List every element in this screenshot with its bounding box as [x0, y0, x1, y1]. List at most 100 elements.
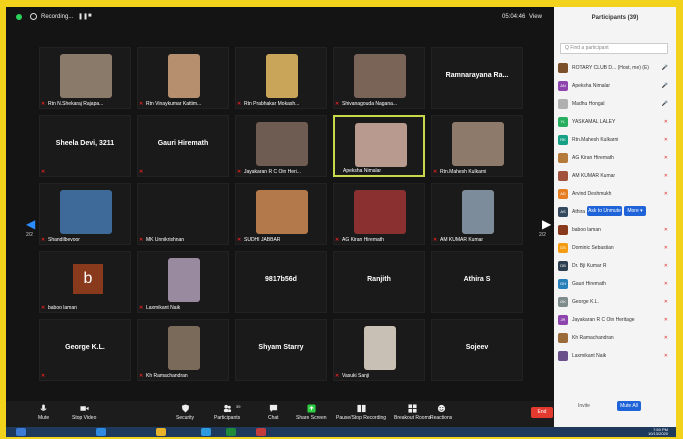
app-icon[interactable] — [226, 428, 236, 436]
pdf-icon[interactable] — [256, 428, 266, 436]
mute-label: Mute — [38, 415, 50, 421]
participant-name: Laxmikant Naik — [572, 353, 607, 359]
participant-avatar: GK — [558, 297, 568, 307]
participant-name: Rtn.Mahesh Kulkarni — [440, 169, 487, 175]
participant-avatar: AN — [558, 81, 568, 91]
zoom-icon[interactable] — [201, 428, 211, 436]
muted-mic-icon: ✕ — [663, 191, 668, 197]
participant-name: Shandilbevoor — [48, 237, 80, 243]
muted-mic-icon: ✕ — [41, 305, 46, 311]
participant-row[interactable]: RK Rtn.Mahesh Kulkarni ✕ — [558, 133, 670, 147]
participant-name: Jayakaran R C Oin Heritage — [572, 317, 635, 323]
video-tile[interactable]: ✕ Rtn Vinaykumar Kattim... — [137, 47, 229, 109]
participant-name: AG Kiran Hiremath — [342, 237, 384, 243]
participant-avatar: AD — [558, 189, 568, 199]
share-screen-button[interactable]: Share Screen — [296, 404, 327, 421]
stop-recording-button[interactable]: ■ — [88, 13, 92, 19]
participant-row[interactable]: YL YASKAMAL LALEY ✕ — [558, 115, 670, 129]
muted-mic-icon: ✕ — [139, 373, 144, 379]
video-tile[interactable]: ✕ Kh Ramachandran — [137, 319, 229, 381]
video-tile[interactable]: ✕ Rtn.Mahesh Kulkarni — [431, 115, 523, 177]
video-tile[interactable]: Athira S — [431, 251, 523, 313]
pause-recording-button[interactable]: ❚❚ — [78, 13, 88, 20]
pause-stop-recording-button[interactable]: Pause/Stop Recording — [336, 404, 386, 421]
video-tile[interactable]: Gauri Hiremath ✕ — [137, 115, 229, 177]
video-tile[interactable]: 9817b56d — [235, 251, 327, 313]
participant-row-hovered[interactable]: AS Athira S Ask to Unmute More ▾ — [558, 205, 670, 219]
participant-row[interactable]: AN Apeksha Nimalar 🎤 — [558, 79, 670, 93]
invite-button[interactable]: Invite — [578, 403, 590, 409]
video-tile[interactable]: b ✕ baboo laman — [39, 251, 131, 313]
participant-row[interactable]: Madhu Hongal 🎤 — [558, 97, 670, 111]
next-page-number: 2/2 — [539, 232, 546, 238]
video-tile[interactable]: ✕ AM KUMAR Kumar — [431, 183, 523, 245]
video-tile[interactable]: ✕ MK Unnikrishnan — [137, 183, 229, 245]
participant-name: AG Kiran Hiremath — [572, 155, 614, 161]
participant-avatar: RK — [558, 135, 568, 145]
participant-name: Dominic Sebastian — [572, 245, 614, 251]
video-tile[interactable]: ✕ SUDHI JABBAR — [235, 183, 327, 245]
system-tray-clock: 7:50 PM 10/13/2020 — [648, 428, 668, 436]
chat-button[interactable]: Chat — [268, 404, 279, 421]
participants-label: Participants — [214, 415, 241, 421]
windows-taskbar: 7:50 PM 10/13/2020 — [6, 427, 676, 437]
video-tile[interactable]: ✕ Shivanagouda Nagana... — [333, 47, 425, 109]
next-page-arrow-icon[interactable]: ▶ — [542, 217, 551, 231]
video-tile[interactable]: George K.L. ✕ — [39, 319, 131, 381]
security-button[interactable]: Security — [176, 404, 194, 421]
ask-to-unmute-button[interactable]: Ask to Unmute — [587, 206, 622, 216]
participant-row[interactable]: baboo laman ✕ — [558, 223, 670, 237]
reactions-button[interactable]: Reactions — [430, 404, 452, 421]
participant-row[interactable]: Kh Ramachandran ✕ — [558, 331, 670, 345]
reactions-icon — [437, 404, 445, 413]
view-button[interactable]: View — [529, 14, 542, 20]
participant-row[interactable]: AG Kiran Hiremath ✕ — [558, 151, 670, 165]
participant-avatar — [558, 171, 568, 181]
video-tile[interactable]: Sheela Devi, 3211 ✕ — [39, 115, 131, 177]
participant-row[interactable]: JR Jayakaran R C Oin Heritage ✕ — [558, 313, 670, 327]
security-shield-icon[interactable] — [16, 14, 22, 20]
participant-row[interactable]: GK George K.L. ✕ — [558, 295, 670, 309]
stop-video-button[interactable]: Stop Video — [72, 404, 96, 421]
video-tile[interactable]: ✕ Laxmikant Naik — [137, 251, 229, 313]
video-tile[interactable]: ✕ Rtn Prabhakar Mokash... — [235, 47, 327, 109]
mute-button[interactable]: Mute — [38, 404, 49, 421]
video-tile[interactable]: Sojeev — [431, 319, 523, 381]
edge-icon[interactable] — [96, 428, 106, 436]
participant-search-input[interactable]: Q Find a participant — [560, 43, 668, 54]
meeting-timer: 05:04:46 — [502, 14, 526, 20]
file-explorer-icon[interactable] — [156, 428, 166, 436]
participant-video — [168, 54, 200, 98]
video-tile[interactable]: Shyam Starry — [235, 319, 327, 381]
participant-row[interactable]: GH Gauri Hiremath ✕ — [558, 277, 670, 291]
video-tile[interactable]: ✕ AG Kiran Hiremath — [333, 183, 425, 245]
participant-row[interactable]: DS Dominic Sebastian ✕ — [558, 241, 670, 255]
video-tile[interactable]: Ranjith — [333, 251, 425, 313]
video-tile[interactable]: ✕ Rtn N.Shekaraj Rajapa... — [39, 47, 131, 109]
participants-count: 39 — [236, 404, 241, 409]
breakout-rooms-button[interactable]: Breakout Rooms — [394, 404, 431, 421]
participant-row[interactable]: AD Arvind Deshmukh ✕ — [558, 187, 670, 201]
participant-row[interactable]: DB Dr. Bji Kumar R ✕ — [558, 259, 670, 273]
video-tile[interactable]: ✕ Jayakaran R C Oin Heri... — [235, 115, 327, 177]
muted-mic-icon: ✕ — [663, 245, 668, 251]
participant-row[interactable]: ROTARY CLUB D... (Host, me) (E) 🎤 — [558, 61, 670, 75]
participant-row[interactable]: AM KUMAR Kumar ✕ — [558, 169, 670, 183]
chat-bubble-icon — [269, 404, 277, 413]
muted-mic-icon: ✕ — [139, 169, 144, 175]
start-icon[interactable] — [16, 428, 26, 436]
video-camera-icon — [80, 406, 89, 411]
participant-name-center: Sojeev — [465, 344, 489, 351]
participants-button[interactable]: Participants 39 — [214, 404, 240, 421]
end-meeting-button[interactable]: End — [531, 407, 553, 418]
participant-avatar — [558, 99, 568, 109]
mute-all-button[interactable]: Mute All — [617, 401, 641, 411]
participant-name: Arvind Deshmukh — [572, 191, 612, 197]
video-tile[interactable]: ✕ Shandilbevoor — [39, 183, 131, 245]
more-button[interactable]: More ▾ — [624, 206, 646, 216]
participant-row[interactable]: Laxmikant Naik ✕ — [558, 349, 670, 363]
active-speaker-tile[interactable]: Apeksha Nimalar — [333, 115, 425, 177]
video-tile[interactable]: Ramnarayana Ra... — [431, 47, 523, 109]
previous-page-arrow-icon[interactable]: ◀ — [26, 217, 35, 231]
video-tile[interactable]: ✕ Vasuki Sanji — [333, 319, 425, 381]
